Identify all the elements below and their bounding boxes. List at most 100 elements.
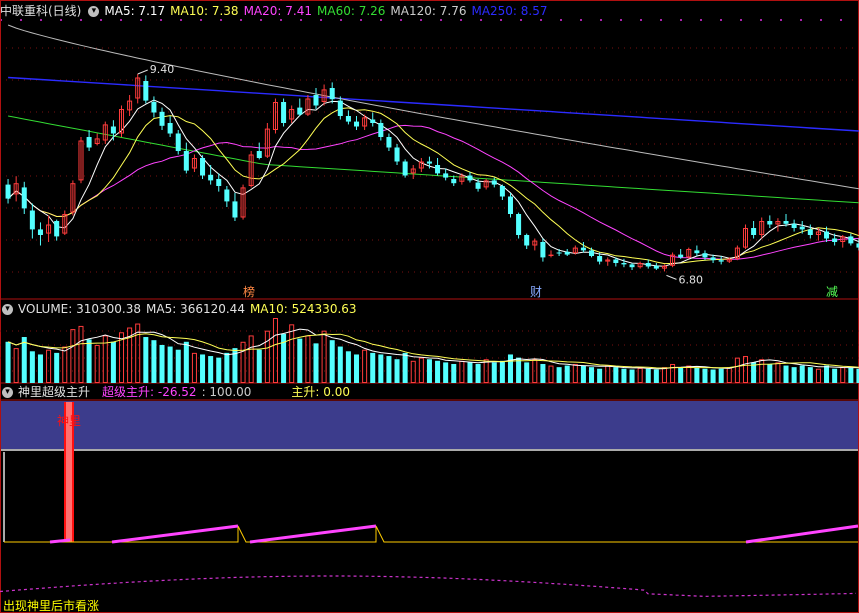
volume-bar-down [256, 349, 262, 383]
volume-bar-down [621, 368, 627, 383]
volume-bar-up [240, 341, 246, 383]
candle-body-down [29, 210, 35, 230]
volume-bar-down [183, 341, 189, 383]
kline-chart-window[interactable]: 9.40 6.80 榜 财 减神里 出现神里后市看涨 中联重科(日线) ▾ MA5: 7.17… [0, 0, 859, 613]
volume-toggle-icon[interactable]: ▾ [2, 304, 13, 315]
candle-body-down [329, 88, 335, 100]
volume-bar-down [86, 339, 92, 383]
volume-ma10-readout: MA10: 524330.63 [249, 302, 357, 316]
candle-body-down [435, 165, 441, 174]
volume-bar-down [653, 369, 659, 383]
candle-body-down [491, 180, 497, 185]
volume-bar-down [313, 343, 319, 383]
scale-readout: : 100.00 [201, 385, 252, 399]
volume-bar-down [807, 367, 813, 383]
volume-bar-up [94, 344, 100, 384]
candle-body-down [524, 235, 530, 246]
volume-bar-down [613, 367, 619, 383]
candle-body-down [21, 187, 27, 209]
candle-body-down [159, 111, 165, 126]
volume-bar-down [29, 351, 35, 383]
volume-bar-down [475, 363, 481, 383]
candle-body-down [151, 102, 157, 113]
volume-bar-up [264, 330, 270, 383]
volume-bar-down [848, 367, 854, 383]
candle-body-down [702, 253, 708, 258]
volume-bar-down [718, 368, 724, 383]
super-rise-segment [49, 538, 71, 544]
volume-bar-up [248, 335, 254, 383]
volume-bar-up [289, 324, 295, 383]
volume-bar-down [200, 354, 206, 383]
signal-note: 出现神里后市看涨 [3, 598, 99, 613]
indicator-band [1, 401, 858, 449]
candle-body-down [54, 221, 60, 237]
volume-bar-down [110, 341, 116, 383]
volume-bar-up [362, 349, 368, 383]
volume-bar-up [321, 330, 327, 383]
candle-body-down [345, 116, 351, 122]
candle-body-down [426, 161, 432, 164]
candle-body-down [337, 100, 343, 116]
volume-bar-down [767, 363, 773, 383]
ma5-readout: MA5: 7.17 [104, 4, 166, 18]
volume-bar-down [832, 368, 838, 383]
high-marker [137, 69, 148, 75]
candle-body-down [694, 250, 700, 254]
volume-bar-down [426, 359, 432, 383]
volume-bar-down [629, 369, 635, 383]
candle-body-down [256, 151, 262, 158]
volume-bar-down [516, 357, 522, 383]
volume-bar-down [224, 352, 230, 383]
event-tag: 榜 [243, 284, 255, 299]
volume-bar-up [686, 365, 692, 383]
volume-bar-down [143, 337, 149, 383]
ma60-readout: MA60: 7.26 [317, 4, 386, 18]
ma60-line [8, 115, 859, 204]
volume-bar-down [354, 354, 360, 383]
volume-bar-down [702, 368, 708, 383]
volume-bar-up [62, 346, 68, 384]
candle-body-down [613, 259, 619, 263]
candle-body-down [313, 95, 319, 106]
ma20-line [7, 124, 859, 260]
low-marker [666, 274, 677, 280]
volume-bar-up [418, 357, 424, 384]
indicator-toggle-icon[interactable]: ▾ [2, 387, 13, 398]
volume-bar-down [175, 349, 181, 383]
candle-body-down [621, 263, 627, 265]
candle-body-down [564, 251, 570, 255]
volume-bar-down [467, 362, 473, 383]
volume-bar-up [13, 348, 19, 383]
candle-body-down [824, 231, 830, 239]
volume-bar-up [775, 362, 781, 384]
volume-bar-down [443, 362, 449, 383]
super-readout: 超级主升: -26.52 [102, 385, 197, 399]
candle-body-down [232, 201, 238, 218]
ma-toggle-icon[interactable]: ▾ [88, 6, 100, 17]
ma120-readout: MA120: 7.76 [390, 4, 467, 18]
volume-readout: VOLUME: 310300.38 [18, 302, 141, 316]
candle-body-down [767, 221, 773, 225]
candle-body-down [848, 236, 854, 244]
volume-bar-down [337, 346, 343, 383]
volume-bar-up [78, 325, 84, 383]
candle-body-down [832, 238, 838, 242]
candle-body-down [507, 196, 513, 214]
ma10-readout: MA10: 7.38 [170, 4, 239, 18]
volume-bar-down [208, 356, 214, 383]
indicator-header: ▾ 神里超级主升 超级主升: -26.52: 100.00 主升: 0.00 [0, 384, 355, 400]
volume-bar-down [710, 369, 716, 383]
candle-body-down [629, 264, 635, 268]
candle-body-down [86, 137, 92, 148]
candle-body-down [710, 257, 716, 261]
candle-body-down [645, 263, 651, 267]
candle-body-down [791, 223, 797, 228]
volume-bar-down [694, 367, 700, 383]
ma5-line [7, 99, 859, 267]
candle-body-down [540, 242, 546, 258]
volume-bar-down [394, 359, 400, 383]
volume-bar-up [637, 367, 643, 384]
super-rise-segment [745, 524, 859, 544]
candle-body-down [167, 123, 173, 134]
